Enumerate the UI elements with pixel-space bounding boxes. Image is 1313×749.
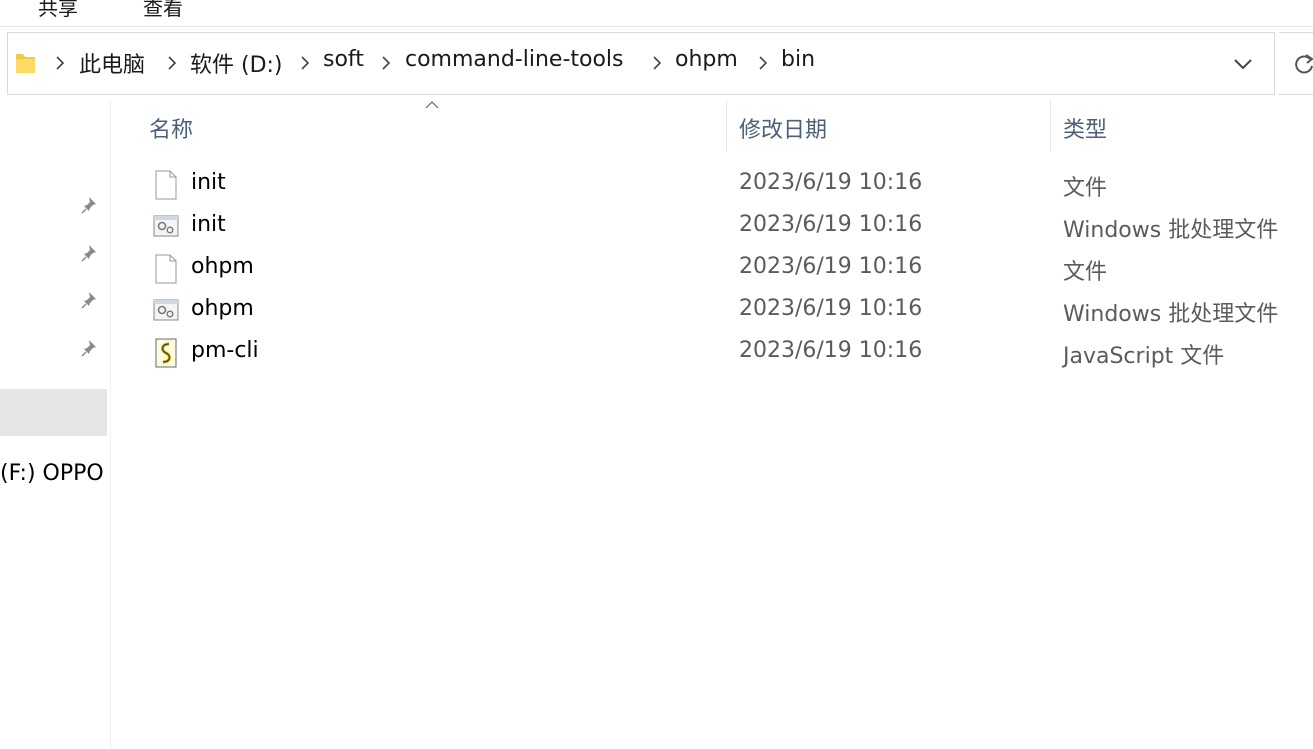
chevron-right-icon[interactable] (381, 56, 391, 70)
address-bar[interactable]: 此电脑 软件 (D:) soft command-line-tools ohpm… (7, 32, 1275, 95)
file-row[interactable]: init 2023/6/19 10:16 Windows 批处理文件 (110, 208, 1313, 250)
file-type: Windows 批处理文件 (1063, 218, 1279, 243)
ribbon-tab-view[interactable]: 查看 (143, 0, 183, 21)
batch-file-icon (153, 299, 179, 321)
file-date: 2023/6/19 10:16 (739, 296, 923, 321)
column-header-type[interactable]: 类型 (1063, 112, 1107, 144)
file-type: 文件 (1063, 260, 1108, 285)
pin-icon[interactable] (80, 243, 100, 263)
file-date: 2023/6/19 10:16 (739, 212, 923, 237)
column-header-date[interactable]: 修改日期 (739, 112, 827, 144)
file-date: 2023/6/19 10:16 (739, 170, 923, 195)
chevron-right-icon[interactable] (55, 56, 65, 70)
file-name: ohpm (191, 254, 254, 279)
generic-file-icon (155, 254, 177, 284)
column-divider[interactable] (726, 100, 727, 152)
chevron-right-icon[interactable] (167, 56, 177, 70)
column-header-name[interactable]: 名称 (149, 112, 193, 144)
file-name: init (191, 170, 226, 195)
file-date: 2023/6/19 10:16 (739, 254, 923, 279)
folder-icon (16, 54, 35, 73)
batch-file-icon (153, 215, 179, 237)
breadcrumb-this-pc[interactable]: 此电脑 (79, 47, 145, 79)
ribbon-tab-share[interactable]: 共享 (38, 0, 78, 21)
file-name: pm-cli (191, 338, 259, 363)
pin-icon[interactable] (80, 195, 100, 215)
nav-item-selected[interactable] (0, 389, 107, 436)
file-date: 2023/6/19 10:16 (739, 338, 923, 363)
file-type: JavaScript 文件 (1063, 344, 1225, 369)
ribbon: 共享 查看 (0, 0, 1313, 27)
breadcrumb-soft[interactable]: soft (323, 47, 364, 72)
file-name: ohpm (191, 296, 254, 321)
breadcrumb-drive-d[interactable]: 软件 (D:) (190, 47, 283, 79)
file-row[interactable]: init 2023/6/19 10:16 文件 (110, 166, 1313, 208)
breadcrumb-command-line-tools[interactable]: command-line-tools (405, 47, 624, 72)
chevron-right-icon[interactable] (300, 56, 310, 70)
file-row[interactable]: ohpm 2023/6/19 10:16 Windows 批处理文件 (110, 292, 1313, 334)
file-row[interactable]: ohpm 2023/6/19 10:16 文件 (110, 250, 1313, 292)
column-divider[interactable] (1050, 100, 1051, 152)
refresh-button[interactable] (1279, 32, 1313, 95)
breadcrumb-ohpm[interactable]: ohpm (675, 47, 738, 72)
breadcrumb-bin[interactable]: bin (781, 47, 815, 72)
file-row[interactable]: pm-cli 2023/6/19 10:16 JavaScript 文件 (110, 334, 1313, 376)
generic-file-icon (155, 170, 177, 200)
refresh-icon (1295, 54, 1313, 74)
pin-icon[interactable] (80, 290, 100, 310)
file-type: Windows 批处理文件 (1063, 302, 1279, 327)
chevron-right-icon[interactable] (652, 56, 662, 70)
file-name: init (191, 212, 226, 237)
chevron-down-icon[interactable] (1230, 53, 1256, 75)
pin-icon[interactable] (80, 338, 100, 358)
chevron-right-icon[interactable] (758, 56, 768, 70)
nav-item-drive-f[interactable]: (F:) OPPO (0, 461, 110, 486)
file-type: 文件 (1063, 176, 1108, 201)
sort-ascending-icon (425, 101, 439, 109)
javascript-file-icon (155, 338, 177, 368)
